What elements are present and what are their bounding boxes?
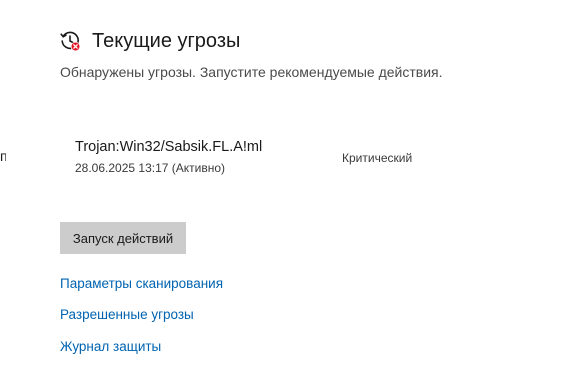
allowed-threats-link[interactable]: Разрешенные угрозы [60, 307, 194, 322]
page-title: Текущие угрозы [92, 29, 241, 52]
threat-name: Trojan:Win32/Sabsik.FL.A!ml [75, 139, 263, 155]
threat-severity: Критический [342, 151, 413, 165]
scan-options-link[interactable]: Параметры сканирования [60, 276, 223, 291]
start-actions-button[interactable]: Запуск действий [60, 222, 186, 254]
section-header: Текущие угрозы [59, 27, 240, 55]
threat-list-item[interactable]: Trojan:Win32/Sabsik.FL.A!ml 28.06.2025 1… [75, 139, 495, 181]
status-description: Обнаружены угрозы. Запустите рекомендуем… [60, 64, 443, 80]
threat-date: 28.06.2025 13:17 (Активно) [75, 161, 226, 175]
cut-off-sidebar-text: п [0, 150, 6, 162]
clock-threat-icon [59, 30, 81, 52]
protection-history-link[interactable]: Журнал защиты [60, 339, 161, 354]
